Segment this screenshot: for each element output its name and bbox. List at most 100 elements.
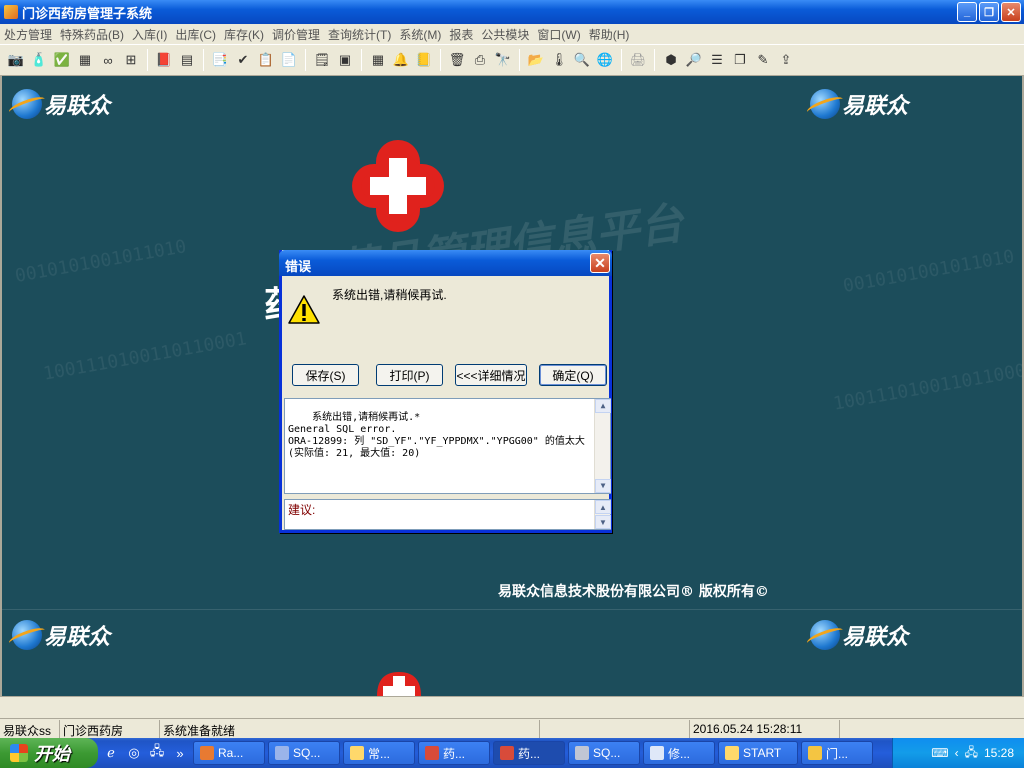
clock[interactable]: 15:28 — [984, 746, 1014, 760]
company-logo: 易联众 — [12, 88, 110, 120]
cascade-icon[interactable]: ❐ — [730, 50, 750, 70]
print-button[interactable]: 打印(P) — [376, 364, 443, 386]
task-item[interactable]: 药... — [493, 741, 565, 765]
menu-window[interactable]: 窗口(W) — [533, 26, 584, 43]
trash-icon[interactable]: 🗑 — [447, 50, 467, 70]
restore-button[interactable]: ❐ — [979, 2, 999, 22]
menu-query-stats[interactable]: 查询统计(T) — [324, 26, 395, 43]
camera-icon[interactable]: 📷 — [6, 50, 26, 70]
document-search-icon[interactable]: 📄 — [279, 50, 299, 70]
save-button[interactable]: 保存(S) — [292, 364, 359, 386]
globe-icon — [12, 620, 42, 650]
status-bar: 易联众ss 门诊西药房 系统准备就绪 2016.05.24 15:28:11 — [0, 718, 1024, 738]
system-tray: ⌨ ‹ 🖧 15:28 — [892, 738, 1024, 768]
checkmark-icon[interactable]: ✔ — [233, 50, 253, 70]
task-item[interactable]: Ra... — [193, 741, 265, 765]
menu-stock-out[interactable]: 出库(C) — [171, 26, 220, 43]
binoculars-icon[interactable]: ∞ — [98, 50, 118, 70]
ok-button[interactable]: 确定(Q) — [539, 364, 607, 386]
menu-prescription[interactable]: 处方管理 — [0, 26, 56, 43]
suggestion-label: 建议: — [288, 503, 316, 517]
dialog-titlebar[interactable]: 错误 ✕ — [279, 250, 612, 276]
bg-binary-text: 1001110100110110001 — [831, 358, 1024, 415]
suggestion-textarea[interactable]: 建议: ▲ ▼ — [284, 499, 611, 530]
toolbar-separator — [361, 49, 362, 71]
suggestion-scrollbar[interactable]: ▲ ▼ — [594, 500, 611, 529]
window-titlebar[interactable]: 门诊西药房管理子系统 _ ❐ ✕ — [0, 0, 1024, 24]
status-spacer — [0, 696, 1024, 718]
ie-icon[interactable]: ℯ — [101, 743, 121, 763]
app-icon — [425, 746, 439, 760]
notepad-icon[interactable]: 📒 — [414, 50, 434, 70]
report-icon[interactable]: 📑 — [210, 50, 230, 70]
status-datetime: 2016.05.24 15:28:11 — [690, 719, 840, 738]
edit-doc-icon[interactable]: ✎ — [753, 50, 773, 70]
window-list-icon[interactable]: ▣ — [335, 50, 355, 70]
check-shield-icon[interactable]: ✅ — [52, 50, 72, 70]
error-dialog: 错误 ✕ 系统出错,请稍候再试. 保存(S) 打印(P) <<<详细情况 确定(… — [279, 250, 612, 533]
tray-expand-icon[interactable]: ‹ — [955, 746, 959, 760]
book-icon[interactable]: 📕 — [154, 50, 174, 70]
task-item[interactable]: START — [718, 741, 798, 765]
export-icon[interactable]: ⇪ — [776, 50, 796, 70]
dialog-close-icon[interactable]: ✕ — [590, 253, 610, 273]
calculator-icon[interactable]: ▦ — [75, 50, 95, 70]
globe-window-icon[interactable]: 🌐 — [595, 50, 615, 70]
toolbar-separator — [147, 49, 148, 71]
menu-stock-in[interactable]: 入库(I) — [128, 26, 171, 43]
table-icon[interactable]: ☰ — [707, 50, 727, 70]
toolbar-separator — [440, 49, 441, 71]
quicklaunch-more-icon[interactable]: » — [170, 743, 190, 763]
task-item[interactable]: SQ... — [268, 741, 340, 765]
grid-icon[interactable]: ▦ — [368, 50, 388, 70]
globe-icon — [810, 620, 840, 650]
folder-icon[interactable]: 📂 — [526, 50, 546, 70]
logo-text: 易联众 — [44, 624, 111, 649]
scroll-down-icon[interactable]: ▼ — [595, 479, 611, 493]
company-logo: 易联众 — [12, 619, 110, 651]
menu-system[interactable]: 系统(M) — [395, 26, 445, 43]
menu-help[interactable]: 帮助(H) — [585, 26, 634, 43]
error-detail-textarea[interactable]: 系统出错,请稍候再试.* General SQL error. ORA-1289… — [284, 398, 611, 494]
close-button[interactable]: ✕ — [1001, 2, 1021, 22]
print-search-icon[interactable]: ⎙ — [470, 50, 490, 70]
magnify-binoculars-icon[interactable]: 🔭 — [493, 50, 513, 70]
bg-binary-text: 0010101001011010 — [13, 236, 188, 287]
browser-icon[interactable]: ◎ — [124, 743, 144, 763]
detail-scrollbar[interactable]: ▲ ▼ — [594, 399, 611, 493]
taskbar: 开始 ℯ ◎ 🖧 » Ra... SQ... 常... 药... 药... SQ… — [0, 738, 1024, 768]
keyboard-icon[interactable]: ⌨ — [931, 746, 948, 760]
menu-public-modules[interactable]: 公共模块 — [477, 26, 533, 43]
pill-bottle-icon[interactable]: 🧴 — [29, 50, 49, 70]
scroll-up-icon[interactable]: ▲ — [595, 500, 611, 514]
logo-text: 易联众 — [842, 624, 909, 649]
stamp-icon[interactable]: ⬢ — [661, 50, 681, 70]
thermometer-icon[interactable]: 🌡 — [549, 50, 569, 70]
scroll-up-icon[interactable]: ▲ — [595, 399, 611, 413]
task-item[interactable]: 常... — [343, 741, 415, 765]
menu-reports[interactable]: 报表 — [445, 26, 477, 43]
gift-icon[interactable]: ⊞ — [121, 50, 141, 70]
form-icon[interactable]: 🗒 — [312, 50, 332, 70]
document-icon — [650, 746, 664, 760]
network-tray-icon[interactable]: 🖧 — [965, 743, 978, 764]
network-icon[interactable]: 🖧 — [147, 743, 167, 763]
task-item[interactable]: 门... — [801, 741, 873, 765]
card-icon[interactable]: ▤ — [177, 50, 197, 70]
find-icon[interactable]: 🔎 — [684, 50, 704, 70]
start-button[interactable]: 开始 — [0, 738, 98, 768]
menu-special-drugs[interactable]: 特殊药品(B) — [56, 26, 128, 43]
clipboard-icon[interactable]: 📋 — [256, 50, 276, 70]
scroll-down-icon[interactable]: ▼ — [595, 515, 611, 529]
task-item[interactable]: SQ... — [568, 741, 640, 765]
menu-price-adjust[interactable]: 调价管理 — [268, 26, 324, 43]
bell-icon[interactable]: 🔔 — [391, 50, 411, 70]
printer-icon[interactable]: 🖨 — [628, 50, 648, 70]
task-item[interactable]: 药... — [418, 741, 490, 765]
minimize-button[interactable]: _ — [957, 2, 977, 22]
task-item[interactable]: 修... — [643, 741, 715, 765]
zoom-icon[interactable]: 🔍 — [572, 50, 592, 70]
details-button[interactable]: <<<详细情况 — [455, 364, 527, 386]
app-icon — [500, 746, 514, 760]
menu-inventory[interactable]: 库存(K) — [220, 26, 268, 43]
